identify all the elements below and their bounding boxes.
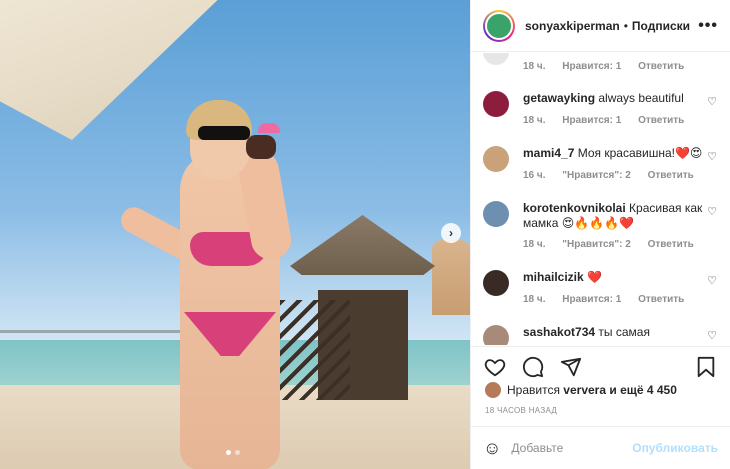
profile-avatar[interactable] — [483, 9, 515, 42]
carousel-dot — [235, 450, 240, 455]
comment-avatar[interactable] — [483, 201, 509, 227]
comment-body: Моя красавишна!❤️😍 — [577, 146, 703, 160]
comment-body: always beautiful — [598, 91, 684, 105]
comment-like-heart-icon[interactable]: ♡ — [707, 95, 717, 108]
comment-text: getawayking always beautiful — [523, 91, 705, 106]
hut-stairs — [280, 300, 350, 400]
comment-avatar[interactable] — [483, 146, 509, 172]
comment-avatar[interactable] — [483, 325, 509, 345]
likes-summary[interactable]: Нравится ververa и ещё 4 450 — [485, 382, 677, 398]
comment-avatar[interactable] — [483, 53, 509, 65]
post-header: sonyaxkiperman • Подписки ••• — [471, 0, 730, 52]
comment-username[interactable]: getawayking — [523, 91, 595, 105]
likes-prefix: Нравится — [507, 383, 560, 397]
comment-likes[interactable]: Нравится: 1 — [562, 294, 621, 305]
comment-reply[interactable]: Ответить — [638, 294, 684, 305]
chevron-right-icon[interactable]: › — [441, 223, 461, 243]
comment-reply[interactable]: Ответить — [648, 239, 694, 250]
comment-time: 16 ч. — [523, 170, 546, 181]
comment-avatar[interactable] — [483, 270, 509, 296]
comment-username[interactable]: mami4_7 — [523, 146, 574, 160]
cocktail-umbrella — [258, 123, 280, 133]
comment-like-heart-icon[interactable]: ♡ — [707, 274, 717, 287]
post-side-panel: sonyaxkiperman • Подписки ••• 18 ч. Нрав… — [470, 0, 730, 469]
dessert — [246, 135, 276, 159]
comment-likes[interactable]: Нравится: 1 — [562, 61, 621, 72]
comments-list[interactable]: 18 ч. Нравится: 1 Ответить getawayking a… — [471, 53, 730, 345]
comment-reply[interactable]: Ответить — [638, 115, 684, 126]
hotel-building — [432, 240, 470, 315]
comment-time: 18 ч. — [523, 61, 546, 72]
comment-username[interactable]: mihailcizik — [523, 270, 584, 284]
bookmark-icon[interactable] — [694, 355, 718, 379]
comment-like-heart-icon[interactable]: ♡ — [707, 205, 717, 218]
heart-icon[interactable] — [483, 355, 507, 379]
comment-body: ❤️ — [587, 270, 602, 284]
carousel-dot-active — [226, 450, 231, 455]
post-timestamp[interactable]: 18 ЧАСОВ НАЗАД — [485, 406, 557, 415]
comment-likes[interactable]: Нравится: 1 — [562, 115, 621, 126]
smile-icon[interactable]: ☺ — [483, 438, 501, 459]
add-comment-row: ☺ Добавьте Опубликовать — [471, 426, 730, 469]
comment-likes[interactable]: "Нравится": 2 — [562, 239, 631, 250]
comment-input[interactable]: Добавьте — [511, 441, 632, 455]
comment-reply[interactable]: Ответить — [648, 170, 694, 181]
likes-user[interactable]: ververa — [563, 383, 606, 397]
comment-text: mami4_7 Моя красавишна!❤️😍 — [523, 146, 705, 161]
sunglasses — [198, 126, 250, 140]
post-actions-bar — [471, 346, 730, 386]
comment-meta: 18 ч. Нравится: 1 Ответить — [523, 61, 698, 72]
header-separator: • — [623, 18, 628, 33]
comment-reply[interactable]: Ответить — [638, 61, 684, 72]
comment-username[interactable]: sashakot734 — [523, 325, 595, 339]
header-username[interactable]: sonyaxkiperman — [525, 19, 620, 33]
comment-meta: 18 ч. Нравится: 1 Ответить — [523, 115, 698, 126]
more-options-icon[interactable]: ••• — [698, 17, 718, 35]
comment-text: korotenkovnikolai Красивая как мамка 😍🔥🔥… — [523, 201, 705, 231]
post-photo[interactable]: › — [0, 0, 470, 469]
share-icon[interactable] — [559, 355, 583, 379]
liker-avatar — [485, 382, 501, 398]
comment-meta: 18 ч. "Нравится": 2 Ответить — [523, 239, 708, 250]
carousel-dots — [226, 450, 240, 455]
comment-likes[interactable]: "Нравится": 2 — [562, 170, 631, 181]
comment-time: 18 ч. — [523, 239, 546, 250]
comment-like-heart-icon[interactable]: ♡ — [707, 329, 717, 342]
likes-suffix[interactable]: и ещё 4 450 — [609, 383, 677, 397]
following-button[interactable]: Подписки — [632, 19, 690, 33]
comment-time: 18 ч. — [523, 294, 546, 305]
publish-button[interactable]: Опубликовать — [632, 441, 718, 455]
comment-username[interactable]: korotenkovnikolai — [523, 201, 626, 215]
comment-icon[interactable] — [521, 355, 545, 379]
comment-meta: 16 ч. "Нравится": 2 Ответить — [523, 170, 708, 181]
comment-text: sashakot734 ты самая — [523, 325, 705, 340]
comment-like-heart-icon[interactable]: ♡ — [707, 150, 717, 163]
comment-body: ты самая — [598, 325, 650, 339]
comment-time: 18 ч. — [523, 115, 546, 126]
comment-text: mihailcizik ❤️ — [523, 270, 705, 285]
comment-avatar[interactable] — [483, 91, 509, 117]
comment-meta: 18 ч. Нравится: 1 Ответить — [523, 294, 698, 305]
